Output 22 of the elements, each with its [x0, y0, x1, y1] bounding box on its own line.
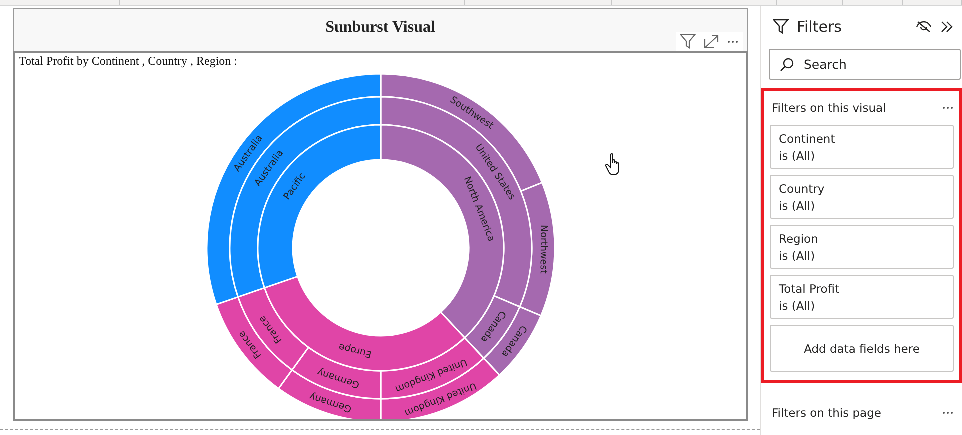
filter-icon: [773, 19, 789, 34]
search-icon: [780, 58, 794, 72]
filter-card[interactable]: Continent is (All): [770, 125, 954, 169]
focus-mode-icon[interactable]: [704, 34, 719, 48]
filter-icon[interactable]: [680, 34, 696, 49]
pane-title: Filters: [797, 18, 843, 36]
double-chevron-icon[interactable]: [940, 20, 954, 32]
segment-label: Northwest: [538, 224, 550, 274]
filter-card[interactable]: Region is (All): [770, 225, 954, 269]
segment-label: Europe: [338, 340, 374, 360]
filter-card[interactable]: Total Profit is (All): [770, 275, 954, 319]
drop-zone[interactable]: Add data fields here: [770, 325, 954, 372]
more-options-icon[interactable]: [727, 40, 739, 44]
more-options-icon[interactable]: [942, 411, 954, 415]
section-title: Filters on this page: [772, 406, 882, 420]
chart-subtitle: Total Profit by Continent , Country , Region :: [18, 53, 238, 69]
eye-slash-icon[interactable]: [916, 20, 932, 32]
section-title: Filters on this visual: [772, 101, 886, 115]
more-options-icon[interactable]: [942, 106, 954, 110]
filter-card[interactable]: Country is (All): [770, 175, 954, 219]
visual-title: Sunburst Visual: [326, 19, 436, 37]
search-field[interactable]: Search: [769, 49, 961, 80]
